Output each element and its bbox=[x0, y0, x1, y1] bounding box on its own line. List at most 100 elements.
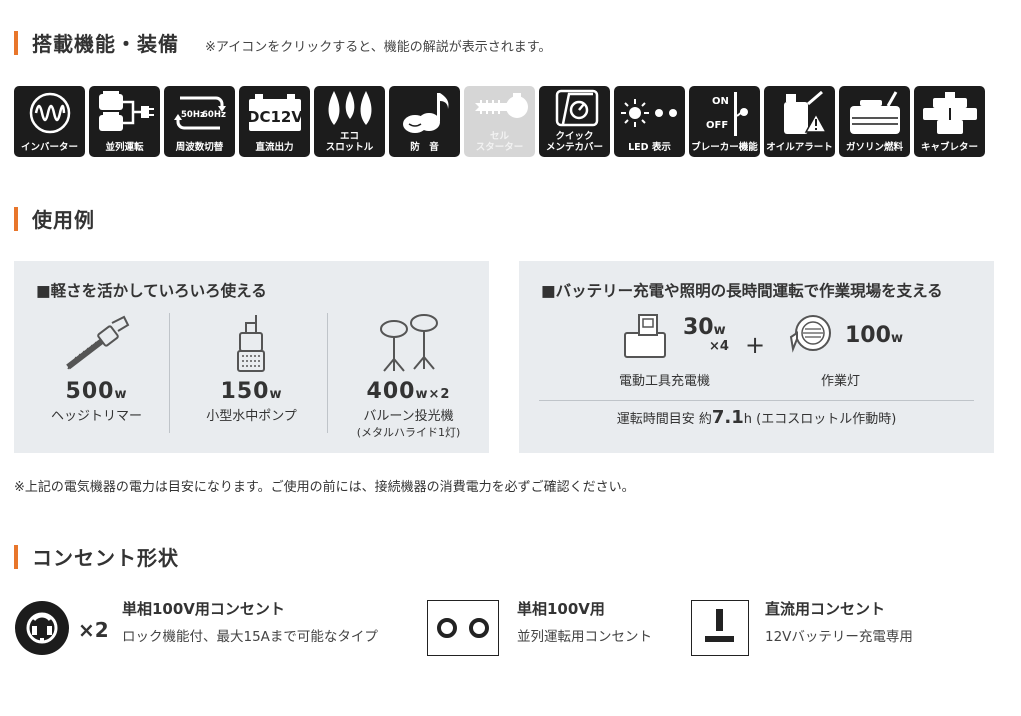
feature-tile-gasoline[interactable]: ガソリン燃料 bbox=[839, 86, 910, 157]
watt-unit: w bbox=[713, 323, 726, 338]
feature-tile-dc-output[interactable]: DC12V 直流出力 bbox=[239, 86, 310, 157]
feature-label-line1: エコ bbox=[339, 131, 359, 142]
outlets-header: コンセント形状 bbox=[14, 542, 179, 571]
runtime-suffix: h (エコスロットル作動時) bbox=[743, 412, 897, 427]
watt-value: 30 bbox=[683, 315, 714, 340]
soundproof-note-icon bbox=[389, 90, 460, 136]
watt-value: 400 bbox=[366, 379, 416, 404]
usage-panel-portable: ■軽さを活かしていろいろ使える 500w ヘッジトリマー 150w 小型水中ポン… bbox=[14, 261, 489, 453]
light-name: 作業灯 bbox=[821, 374, 861, 389]
feature-label: キャブレター bbox=[920, 142, 978, 153]
feature-tile-quick-maintenance[interactable]: クイック メンテカバー bbox=[539, 86, 610, 157]
outlet-desc: 並列運転用コンセント bbox=[517, 629, 652, 645]
feature-label: インバーター bbox=[20, 142, 78, 153]
feature-label-line2: メンテカバー bbox=[545, 142, 603, 153]
runtime-prefix: 運転時間目安 約 bbox=[616, 412, 712, 427]
section-accent-bar bbox=[14, 30, 18, 55]
outlet-count: ×2 bbox=[78, 618, 109, 642]
breaker-off-text: OFF bbox=[706, 120, 728, 131]
outlet-desc: ロック機能付、最大15Aまで可能なタイプ bbox=[122, 629, 378, 645]
watt-unit: w bbox=[114, 387, 128, 402]
water-pump-icon bbox=[174, 313, 329, 375]
feature-label: ガソリン燃料 bbox=[845, 142, 903, 153]
feature-label: 並列運転 bbox=[105, 142, 144, 153]
outlets-title: コンセント形状 bbox=[32, 546, 179, 570]
feature-label-line1: クイック bbox=[555, 131, 594, 142]
feature-label: オイルアラート bbox=[766, 142, 833, 153]
feature-tile-cell-starter[interactable]: セル スターター bbox=[464, 86, 535, 157]
usage-panel-worksite: ■バッテリー充電や照明の長時間運転で作業現場を支える 30w ×4 電動工具充電… bbox=[519, 261, 994, 453]
runtime-estimate: 運転時間目安 約7.1h (エコスロットル作動時) bbox=[519, 407, 994, 428]
usage-watt: 500w bbox=[19, 379, 174, 404]
breaker-switch-icon: ON OFF bbox=[689, 90, 760, 136]
feature-label-line1: セル bbox=[489, 131, 509, 142]
charger-name: 電動工具充電機 bbox=[619, 374, 711, 389]
usage-device-name: バルーン投光機 bbox=[363, 409, 454, 424]
watt-value: 150 bbox=[220, 379, 270, 404]
hz-60-text: 60Hz bbox=[202, 110, 226, 120]
usage-watt: 150w bbox=[174, 379, 329, 404]
feature-label: LED 表示 bbox=[628, 142, 671, 153]
outlet-title: 直流用コンセント bbox=[765, 600, 886, 618]
outlet-title: 単相100V用コンセント bbox=[122, 600, 285, 618]
usage-title: 使用例 bbox=[32, 208, 95, 232]
outlet-item-dc: 直流用コンセント 12Vバッテリー充電専用 bbox=[765, 598, 913, 645]
outlet-title: 単相100V用 bbox=[517, 600, 605, 618]
feature-tile-soundproof[interactable]: 防 音 bbox=[389, 86, 460, 157]
features-title: 搭載機能・装備 bbox=[32, 32, 179, 56]
feature-tile-inverter[interactable]: インバーター bbox=[14, 86, 85, 157]
inverter-wave-icon bbox=[14, 90, 85, 136]
work-light-icon bbox=[785, 311, 835, 365]
dc-outlet-icon bbox=[691, 600, 749, 656]
feature-label: セル スターター bbox=[464, 131, 535, 153]
feature-icon-row: インバーター 並列運転 50Hz 60Hz 周波数切替 DC12V 直流出力 エコ… bbox=[14, 86, 985, 157]
watt-value: 500 bbox=[65, 379, 115, 404]
feature-tile-led-display[interactable]: LED 表示 bbox=[614, 86, 685, 157]
feature-label: クイック メンテカバー bbox=[539, 131, 610, 153]
feature-tile-oil-alert[interactable]: オイルアラート bbox=[764, 86, 835, 157]
charger-multiplier: ×4 bbox=[709, 339, 729, 354]
usage-panel-title: ■バッテリー充電や照明の長時間運転で作業現場を支える bbox=[541, 282, 943, 300]
outlet-hole bbox=[437, 618, 457, 638]
breaker-on-text: ON bbox=[712, 96, 729, 107]
feature-tile-eco-throttle[interactable]: エコ スロットル bbox=[314, 86, 385, 157]
feature-tile-breaker[interactable]: ON OFF ブレーカー機能 bbox=[689, 86, 760, 157]
feature-label: 周波数切替 bbox=[175, 142, 224, 153]
feature-label-line2: スターター bbox=[475, 142, 524, 153]
hedge-trimmer-icon bbox=[19, 313, 174, 375]
watt-unit: w bbox=[269, 387, 283, 402]
feature-label: 直流出力 bbox=[255, 142, 294, 153]
watt-unit: w bbox=[890, 331, 903, 346]
feature-tile-frequency[interactable]: 50Hz 60Hz 周波数切替 bbox=[164, 86, 235, 157]
dc-pin bbox=[705, 636, 734, 642]
feature-tile-carburetor[interactable]: キャブレター bbox=[914, 86, 985, 157]
carburetor-icon bbox=[914, 90, 985, 136]
usage-item-hedge-trimmer: 500w ヘッジトリマー bbox=[19, 313, 174, 424]
section-accent-bar bbox=[14, 206, 18, 231]
charger-watt: 30w bbox=[683, 315, 726, 340]
balloon-light-icon bbox=[331, 313, 486, 375]
watt-unit: w×2 bbox=[415, 387, 451, 402]
watt-value: 100 bbox=[845, 323, 891, 348]
divider bbox=[539, 400, 974, 401]
usage-item-balloon-light: 400w×2 バルーン投光機 (メタルハライド1灯) bbox=[331, 313, 486, 440]
feature-tile-parallel[interactable]: 並列運転 bbox=[89, 86, 160, 157]
outlet-item-parallel: 単相100V用 並列運転用コンセント bbox=[517, 598, 652, 645]
usage-header: 使用例 bbox=[14, 204, 95, 233]
dc12v-text: DC12V bbox=[247, 108, 303, 126]
outlet-item-locking: 単相100V用コンセント ロック機能付、最大15Aまで可能なタイプ bbox=[122, 598, 378, 645]
usage-panel-title: ■軽さを活かしていろいろ使える bbox=[36, 282, 267, 300]
parallel-operation-icon bbox=[89, 90, 160, 136]
feature-label: エコ スロットル bbox=[314, 131, 385, 153]
battery-charger-icon bbox=[623, 313, 669, 363]
frequency-switch-icon: 50Hz 60Hz bbox=[164, 90, 235, 136]
feature-label-line2: スロットル bbox=[325, 142, 374, 153]
parallel-outlet-icon bbox=[427, 600, 499, 656]
features-header: 搭載機能・装備 ※アイコンをクリックすると、機能の解説が表示されます。 bbox=[14, 28, 551, 57]
usage-device-name: ヘッジトリマー bbox=[50, 409, 142, 424]
locking-outlet-icon bbox=[14, 600, 70, 660]
outlet-desc: 12Vバッテリー充電専用 bbox=[765, 629, 913, 645]
oil-alert-icon bbox=[764, 90, 835, 136]
eco-throttle-leaf-icon bbox=[314, 89, 385, 127]
section-accent-bar bbox=[14, 544, 18, 569]
